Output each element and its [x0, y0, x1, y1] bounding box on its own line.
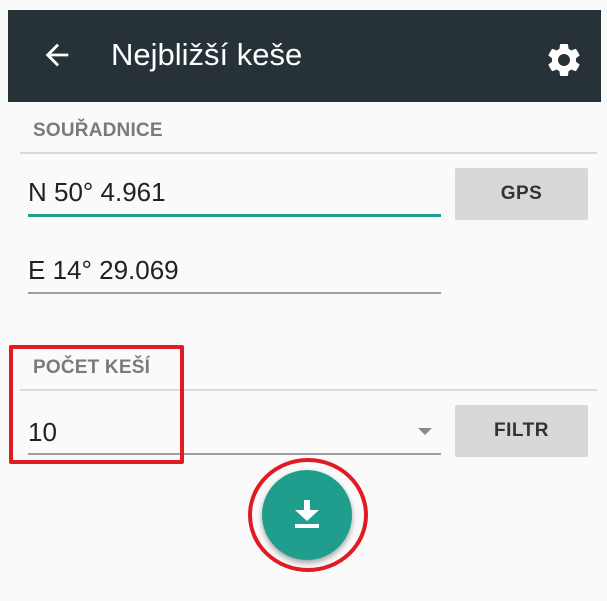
download-icon — [295, 500, 319, 528]
coordinates-divider — [20, 152, 597, 154]
gps-button[interactable]: GPS — [455, 168, 588, 220]
triangle-down-icon[interactable] — [418, 428, 432, 435]
screen: Nejbližší keše SOUŘADNICE GPS POČET KEŠÍ… — [0, 0, 607, 601]
app-bar: Nejbližší keše — [8, 10, 601, 102]
gear-icon[interactable] — [544, 40, 584, 80]
cache-count-select[interactable]: 10 — [28, 416, 408, 448]
coordinates-section-label: SOUŘADNICE — [33, 120, 163, 141]
longitude-underline — [28, 292, 441, 294]
filter-button[interactable]: FILTR — [455, 405, 588, 457]
download-fab-button[interactable] — [262, 470, 352, 560]
latitude-underline — [28, 214, 441, 217]
latitude-input[interactable] — [28, 176, 438, 208]
cache-count-underline — [28, 453, 441, 455]
cache-count-divider — [20, 389, 597, 391]
cache-count-section-label: POČET KEŠÍ — [33, 357, 151, 378]
page-title: Nejbližší keše — [111, 37, 303, 72]
arrow-left-icon[interactable] — [40, 38, 74, 72]
longitude-input[interactable] — [28, 254, 438, 286]
